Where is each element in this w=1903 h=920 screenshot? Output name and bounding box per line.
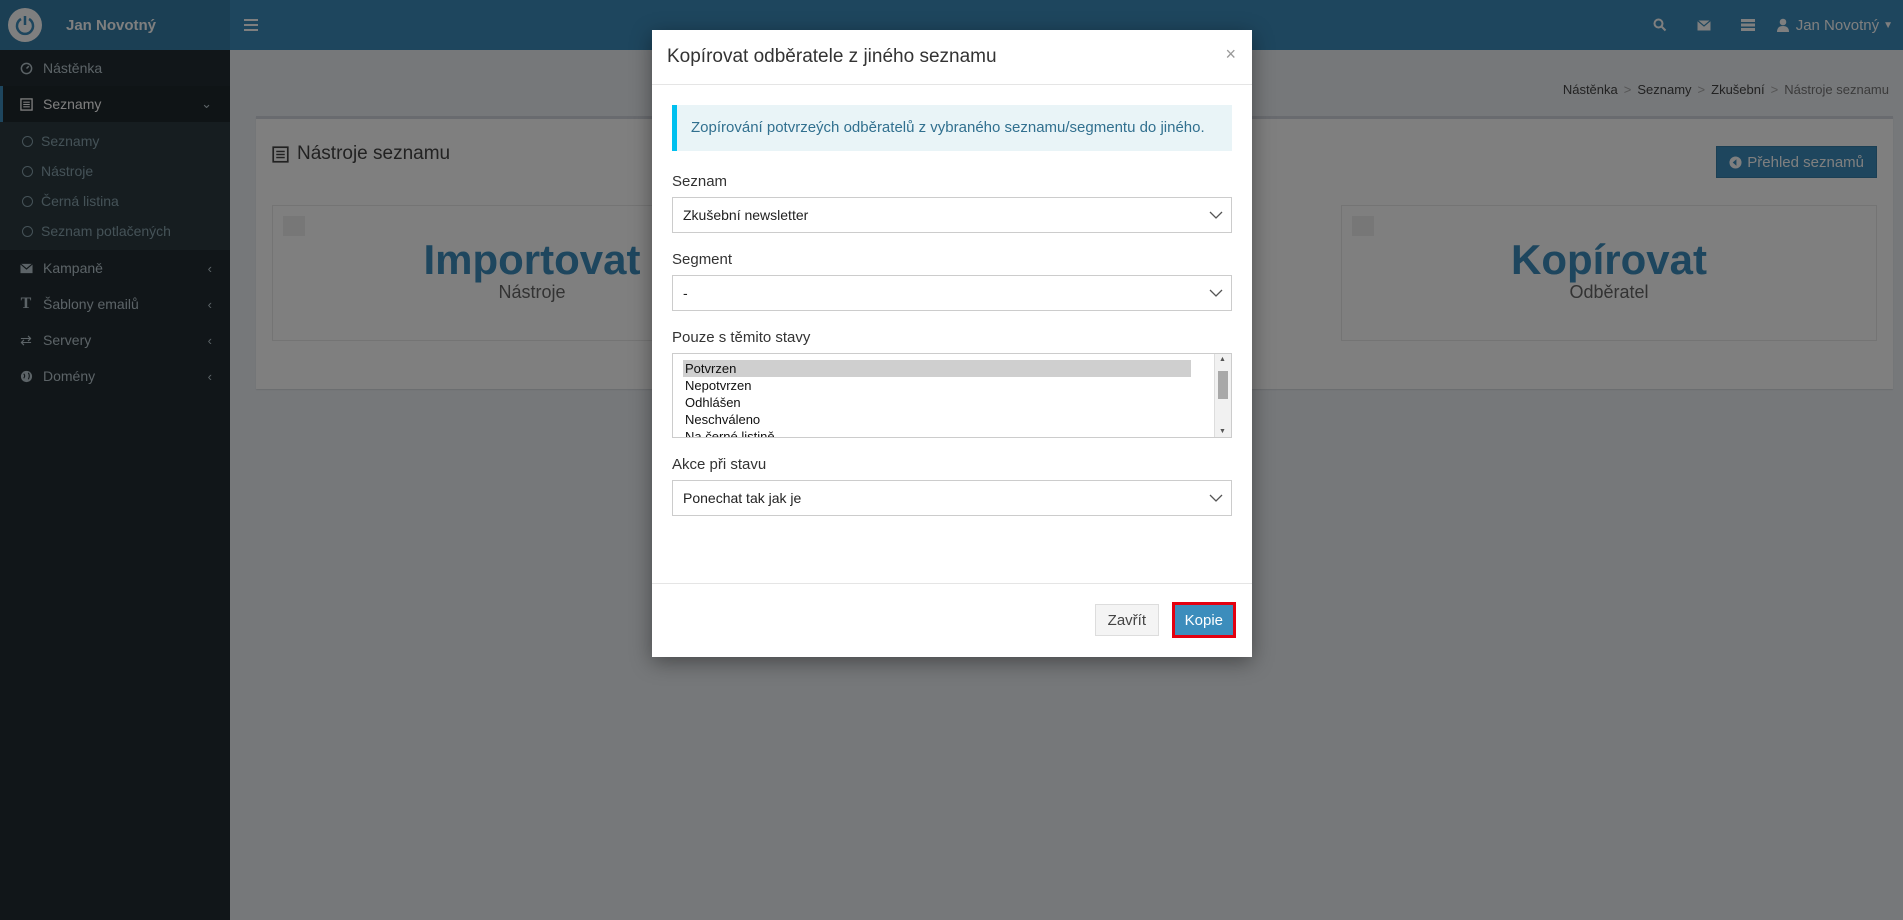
scroll-down-icon[interactable]: ▼	[1219, 428, 1226, 435]
close-button[interactable]: Zavřít	[1094, 604, 1159, 636]
list-label: Seznam	[672, 173, 728, 190]
states-scrollbar[interactable]: ▲ ▼	[1214, 354, 1231, 437]
list-field-group: Seznam Zkušební newsletter	[672, 173, 1232, 233]
action-label: Akce při stavu	[672, 456, 767, 473]
modal-title: Kopírovat odběratele z jiného seznamu	[667, 46, 997, 67]
segment-select[interactable]: -	[672, 275, 1232, 311]
action-field-group: Akce při stavu Ponechat tak jak je	[672, 456, 1232, 516]
info-callout: Zopírování potvrzeých odběratelů z vybra…	[672, 105, 1232, 151]
modal-header: Kopírovat odběratele z jiného seznamu ×	[652, 30, 1252, 85]
action-select-value: Ponechat tak jak je	[683, 490, 802, 506]
action-select[interactable]: Ponechat tak jak je	[672, 480, 1232, 516]
copy-button-highlight: Kopie	[1171, 602, 1236, 638]
list-select-value: Zkušební newsletter	[683, 207, 809, 223]
scroll-up-icon[interactable]: ▲	[1219, 356, 1226, 363]
copy-button[interactable]: Kopie	[1174, 605, 1233, 635]
states-option[interactable]: Neschváleno	[683, 411, 1191, 428]
modal-footer: Zavřít Kopie	[652, 583, 1252, 657]
list-select[interactable]: Zkušební newsletter	[672, 197, 1232, 233]
scrollbar-thumb[interactable]	[1218, 371, 1228, 399]
states-option[interactable]: Potvrzen	[683, 360, 1191, 377]
modal-body: Zopírování potvrzeých odběratelů z vybra…	[652, 85, 1252, 516]
chevron-down-icon	[1209, 494, 1223, 502]
states-label: Pouze s těmito stavy	[672, 329, 811, 346]
copy-subscribers-modal: Kopírovat odběratele z jiného seznamu × …	[652, 30, 1252, 657]
chevron-down-icon	[1209, 211, 1223, 219]
states-option[interactable]: Na černé listině	[683, 428, 1191, 437]
segment-field-group: Segment -	[672, 251, 1232, 311]
segment-select-value: -	[683, 285, 688, 301]
segment-label: Segment	[672, 251, 733, 268]
close-icon[interactable]: ×	[1225, 44, 1236, 65]
states-multiselect[interactable]: Potvrzen Nepotvrzen Odhlášen Neschváleno…	[672, 353, 1232, 438]
chevron-down-icon	[1209, 289, 1223, 297]
states-field-group: Pouze s těmito stavy Potvrzen Nepotvrzen…	[672, 329, 1232, 438]
states-option[interactable]: Odhlášen	[683, 394, 1191, 411]
states-option[interactable]: Nepotvrzen	[683, 377, 1191, 394]
